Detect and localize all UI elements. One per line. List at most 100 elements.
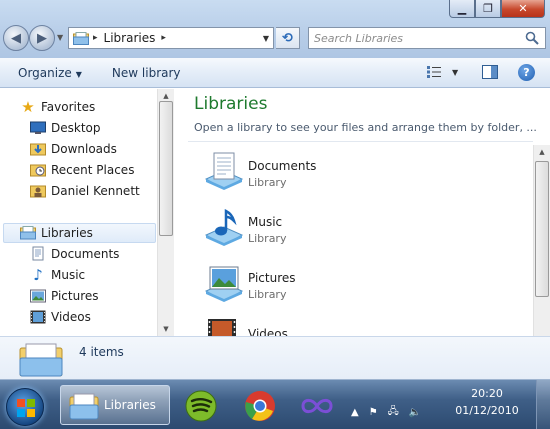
nav-desktop-label: Desktop (51, 121, 101, 135)
caption-buttons: ▁ ❐ ✕ (449, 0, 545, 18)
back-button[interactable]: ◀ (3, 25, 29, 51)
network-icon[interactable]: 🖧 (388, 404, 399, 421)
spotify-icon[interactable] (184, 389, 218, 423)
nav-downloads-label: Downloads (51, 142, 117, 156)
documents-library-icon (204, 152, 244, 190)
nav-desktop[interactable]: Desktop (30, 118, 101, 138)
libraries-icon (73, 31, 89, 45)
nav-recent-places[interactable]: Recent Places (30, 160, 134, 180)
start-button[interactable] (6, 388, 44, 426)
documents-icon (30, 246, 46, 262)
window-titlebar: ▁ ❐ ✕ ◀ ▶ ▼ ▸ Libraries ▸ ▼ ⟲ (0, 0, 550, 58)
views-dropdown-icon[interactable]: ▼ (452, 68, 458, 77)
content-scroll-thumb[interactable] (535, 161, 549, 297)
nav-scrollbar[interactable]: ▲ ▼ (157, 89, 174, 336)
library-kind: Library (248, 288, 287, 301)
search-box[interactable] (308, 27, 546, 49)
pane-splitter[interactable] (174, 89, 188, 336)
nav-favorites-label: Favorites (41, 100, 96, 114)
music-library-icon (204, 208, 244, 246)
forward-arrow-icon: ▶ (37, 30, 47, 46)
refresh-icon: ⟲ (282, 30, 293, 46)
nav-scroll-thumb[interactable] (159, 101, 173, 236)
address-bar[interactable]: ▸ Libraries ▸ ▼ (68, 27, 274, 49)
search-icon[interactable] (525, 31, 539, 45)
library-name: Videos (248, 327, 288, 336)
preview-pane-button[interactable] (482, 65, 498, 79)
clock-date: 01/12/2010 (455, 404, 519, 417)
music-icon: ♪ (33, 266, 43, 284)
library-name: Documents (248, 159, 317, 173)
nav-documents-label: Documents (51, 247, 120, 261)
help-button[interactable]: ? (518, 64, 535, 81)
nav-user-folder-label: Daniel Kennett (51, 184, 140, 198)
search-input[interactable] (314, 31, 514, 45)
content-scrollbar[interactable]: ▲ (533, 145, 550, 336)
nav-recent-places-label: Recent Places (51, 163, 135, 177)
taskbar-explorer-button[interactable]: Libraries (60, 385, 170, 425)
taskbar-clock[interactable]: 20:20 01/12/2010 (452, 385, 522, 419)
nav-music[interactable]: ♪ Music (30, 265, 85, 285)
item-count: 4 items (79, 345, 124, 359)
breadcrumb-libraries[interactable]: Libraries (104, 31, 156, 45)
change-view-button[interactable]: ▼ (426, 65, 458, 79)
library-name: Music (248, 215, 283, 229)
library-kind: Library (248, 176, 287, 189)
breadcrumb-separator[interactable]: ▸ (93, 33, 98, 43)
new-library-label: New library (111, 65, 181, 80)
volume-icon[interactable]: 🔈 (409, 407, 421, 418)
nav-pictures[interactable]: Pictures (30, 286, 99, 306)
library-documents[interactable]: Documents Library (202, 149, 502, 201)
show-hidden-icons[interactable]: ▲ (351, 407, 359, 418)
page-title: Libraries (194, 94, 268, 114)
nav-favorites[interactable]: ★ Favorites (20, 97, 95, 117)
videos-library-icon (208, 319, 236, 336)
star-icon: ★ (21, 98, 35, 116)
libraries-icon (69, 393, 99, 420)
organize-button[interactable]: Organize ▼ (10, 66, 90, 80)
scroll-up-icon[interactable]: ▲ (534, 145, 550, 159)
breadcrumb-separator[interactable]: ▸ (161, 33, 166, 43)
nav-user-folder[interactable]: Daniel Kennett (30, 181, 140, 201)
organize-label: Organize (18, 65, 72, 80)
library-videos[interactable]: Videos (202, 317, 502, 336)
divider (188, 141, 533, 142)
navigation-pane: ★ Favorites Desktop Downloads Recent Pla… (0, 89, 174, 336)
downloads-folder-icon (30, 141, 46, 157)
page-subtitle: Open a library to see your files and arr… (194, 121, 537, 134)
library-music[interactable]: Music Library (202, 205, 502, 257)
library-pictures[interactable]: Pictures Library (202, 261, 502, 313)
nav-music-label: Music (51, 268, 86, 282)
taskbar-explorer-label: Libraries (104, 398, 156, 412)
chrome-icon[interactable] (243, 389, 277, 423)
details-view-icon (427, 66, 441, 78)
infinity-icon[interactable] (300, 389, 334, 423)
recent-pages-dropdown[interactable]: ▼ (57, 33, 63, 42)
help-label: ? (523, 66, 530, 79)
nav-pictures-label: Pictures (51, 289, 99, 303)
nav-documents[interactable]: Documents (30, 244, 119, 264)
nav-downloads[interactable]: Downloads (30, 139, 117, 159)
nav-libraries[interactable]: Libraries (3, 223, 156, 243)
close-button[interactable]: ✕ (501, 0, 545, 18)
library-kind: Library (248, 232, 287, 245)
desktop-icon (30, 120, 46, 136)
show-desktop-button[interactable] (536, 380, 550, 429)
videos-icon (30, 309, 46, 325)
maximize-button[interactable]: ❐ (475, 0, 501, 18)
action-center-flag-icon[interactable]: ⚑ (369, 407, 378, 418)
details-pane: 4 items (0, 336, 550, 379)
back-arrow-icon: ◀ (11, 30, 21, 46)
user-folder-icon (30, 183, 46, 199)
scroll-down-icon[interactable]: ▼ (158, 322, 174, 336)
nav-videos-label: Videos (51, 310, 91, 324)
forward-button[interactable]: ▶ (29, 25, 55, 51)
clock-time: 20:20 (471, 387, 503, 400)
chevron-down-icon: ▼ (75, 69, 82, 79)
minimize-button[interactable]: ▁ (449, 0, 475, 18)
new-library-button[interactable]: New library (104, 66, 189, 80)
refresh-button[interactable]: ⟲ (276, 27, 300, 49)
nav-videos[interactable]: Videos (30, 307, 91, 327)
pictures-library-icon (204, 266, 244, 302)
address-history-dropdown[interactable]: ▼ (263, 34, 269, 43)
